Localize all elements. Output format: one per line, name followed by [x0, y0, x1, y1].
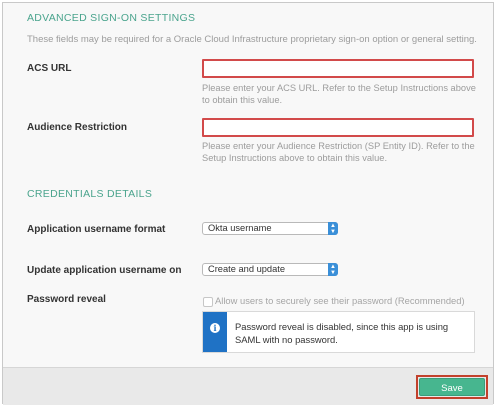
info-icon: i [210, 323, 220, 333]
username-format-select[interactable]: Okta username ▲ ▼ [202, 222, 338, 235]
acs-url-label: ACS URL [27, 63, 72, 74]
settings-panel: ADVANCED SIGN-ON SETTINGS These fields m… [2, 2, 494, 405]
chevron-up-down-icon: ▲ ▼ [328, 222, 338, 235]
advanced-settings-description: These fields may be required for a Oracl… [27, 34, 477, 45]
audience-restriction-label: Audience Restriction [27, 122, 128, 133]
save-button[interactable]: Save [419, 378, 485, 396]
advanced-settings-title: ADVANCED SIGN-ON SETTINGS [27, 12, 196, 24]
update-username-on-label: Update application username on [27, 265, 182, 276]
password-reveal-checkbox[interactable] [203, 297, 213, 307]
username-format-value: Okta username [208, 223, 272, 233]
credentials-details-title: CREDENTIALS DETAILS [27, 188, 153, 200]
chevron-up-down-icon: ▲ ▼ [328, 263, 338, 276]
acs-url-hint: Please enter your ACS URL. Refer to the … [202, 83, 476, 105]
password-reveal-label: Password reveal [27, 294, 106, 305]
password-reveal-info-box: i Password reveal is disabled, since thi… [202, 311, 475, 353]
audience-restriction-hint: Please enter your Audience Restriction (… [202, 141, 475, 163]
password-reveal-checkbox-label: Allow users to securely see their passwo… [215, 295, 465, 306]
acs-url-input[interactable] [202, 59, 474, 78]
update-username-on-value: Create and update [208, 264, 286, 274]
info-stripe: i [203, 312, 227, 352]
username-format-label: Application username format [27, 224, 166, 235]
audience-restriction-input[interactable] [202, 118, 474, 137]
update-username-on-select[interactable]: Create and update ▲ ▼ [202, 263, 338, 276]
password-reveal-info-text: Password reveal is disabled, since this … [235, 321, 449, 345]
